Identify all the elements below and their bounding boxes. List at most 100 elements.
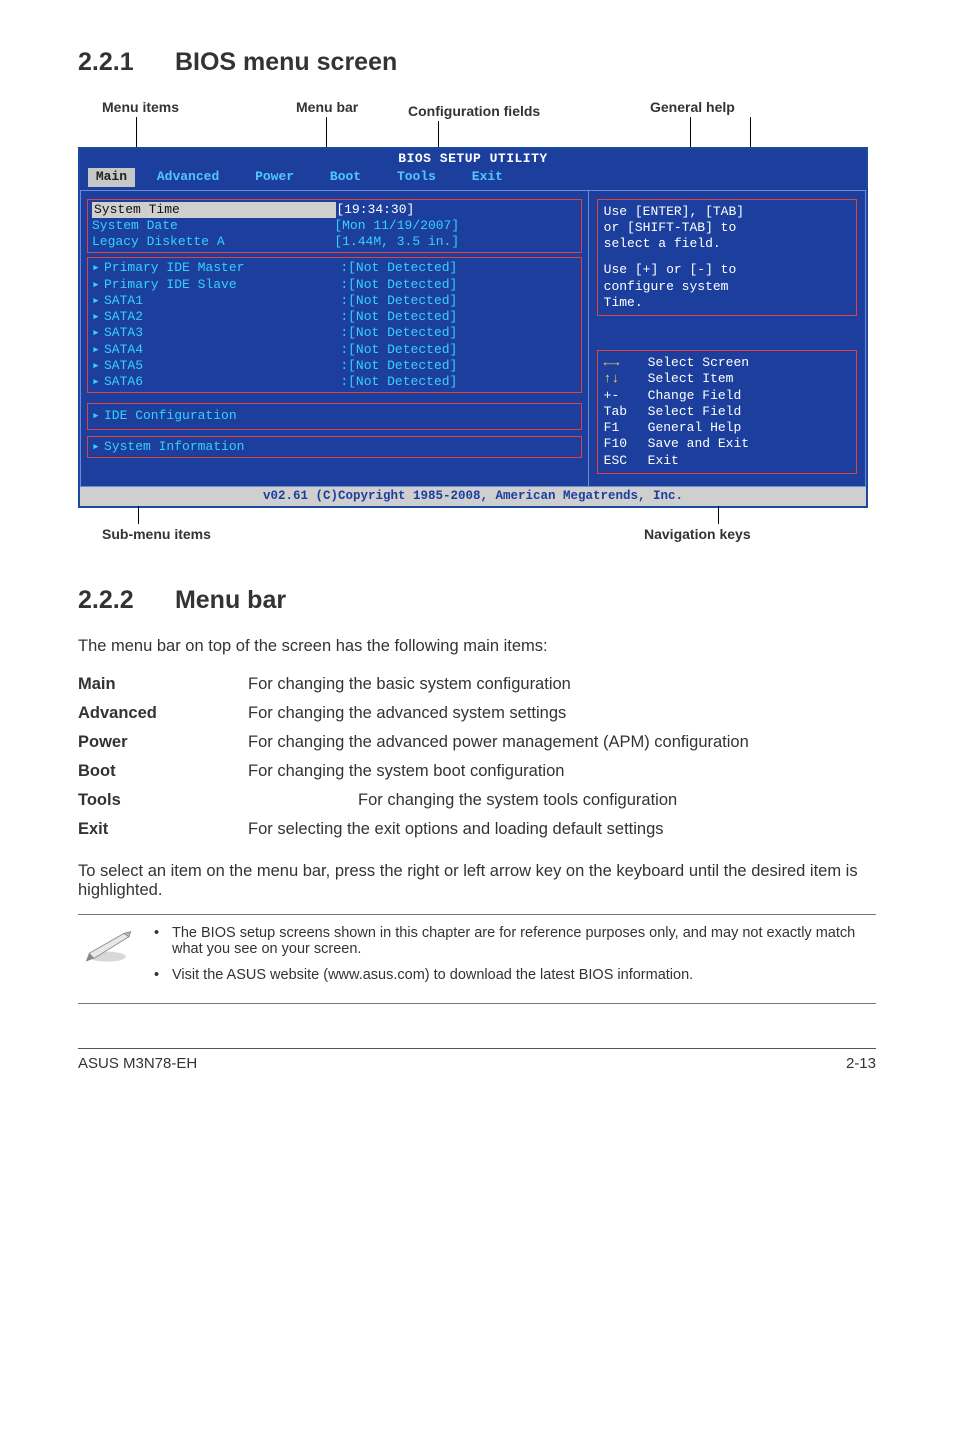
field-system-date[interactable]: System Date xyxy=(92,218,334,234)
def-tools: For changing the system tools configurat… xyxy=(248,786,749,815)
submenu-arrow-icon: ▸ xyxy=(92,408,104,424)
nav-key: ESC xyxy=(604,453,648,469)
term-boot: Boot xyxy=(78,757,248,786)
submenu-arrow-icon: ▸ xyxy=(92,309,104,325)
callout-line xyxy=(750,117,751,147)
term-power: Power xyxy=(78,728,248,757)
submenu-arrow-icon: ▸ xyxy=(92,439,104,455)
help-text: Use [ENTER], [TAB] xyxy=(604,204,850,220)
section-heading-2: 2.2.2 Menu bar xyxy=(78,586,876,615)
nav-key: ←→ xyxy=(604,355,648,371)
tab-exit[interactable]: Exit xyxy=(458,169,517,185)
bios-copyright: v02.61 (C)Copyright 1985-2008, American … xyxy=(80,487,866,507)
value-system-date[interactable]: [Mon 11/19/2007] xyxy=(334,218,576,234)
submenu-arrow-icon: ▸ xyxy=(92,260,104,276)
callout-menu-items: Menu items xyxy=(102,99,179,115)
callout-config-fields: Configuration fields xyxy=(408,103,540,119)
redbox-top: System Time [19:34:30] System Date [Mon … xyxy=(87,199,582,254)
section-title-1: BIOS menu screen xyxy=(175,48,397,76)
bios-help-pane: Use [ENTER], [TAB] or [SHIFT-TAB] to sel… xyxy=(588,190,866,487)
section-num-1: 2.2.1 xyxy=(78,48,168,77)
nav-key: +- xyxy=(604,388,648,404)
term-tools: Tools xyxy=(78,786,248,815)
callout-line xyxy=(326,117,327,147)
help-text: or [SHIFT-TAB] to xyxy=(604,220,850,236)
menu-ide-configuration[interactable]: ▸IDE Configuration xyxy=(92,408,577,424)
def-main: For changing the basic system configurat… xyxy=(248,670,749,699)
submenu-arrow-icon: ▸ xyxy=(92,277,104,293)
list-item[interactable]: ▸SATA4:[Not Detected] xyxy=(92,342,577,358)
list-item[interactable]: ▸SATA6:[Not Detected] xyxy=(92,374,577,390)
tab-power[interactable]: Power xyxy=(241,169,308,185)
redbox-sysinfo: ▸System Information xyxy=(87,436,582,458)
nav-key: Tab xyxy=(604,404,648,420)
help-text: Use [+] or [-] to xyxy=(604,262,850,278)
field-legacy-diskette[interactable]: Legacy Diskette A xyxy=(92,234,334,250)
list-item[interactable]: ▸SATA5:[Not Detected] xyxy=(92,358,577,374)
callout-line xyxy=(438,121,439,147)
term-advanced: Advanced xyxy=(78,699,248,728)
submenu-arrow-icon: ▸ xyxy=(92,293,104,309)
callout-general-help: General help xyxy=(650,99,735,115)
page-footer: ASUS M3N78-EH 2-13 xyxy=(78,1048,876,1072)
section-title-2: Menu bar xyxy=(175,586,286,614)
def-power: For changing the advanced power manageme… xyxy=(248,728,749,757)
help-text: configure system xyxy=(604,279,850,295)
table-row: BootFor changing the system boot configu… xyxy=(78,757,749,786)
nav-key: ↑↓ xyxy=(604,371,648,387)
bios-menubar: Main Advanced Power Boot Tools Exit xyxy=(80,167,866,189)
callout-submenu: Sub-menu items xyxy=(102,526,211,542)
note-box: The BIOS setup screens shown in this cha… xyxy=(78,914,876,1004)
help-text: select a field. xyxy=(604,236,850,252)
submenu-arrow-icon: ▸ xyxy=(92,358,104,374)
submenu-arrow-icon: ▸ xyxy=(92,374,104,390)
definitions-table: MainFor changing the basic system config… xyxy=(78,670,749,844)
submenu-arrow-icon: ▸ xyxy=(92,325,104,341)
footer-right: 2-13 xyxy=(846,1055,876,1072)
callout-line xyxy=(136,117,137,147)
menu-system-information[interactable]: ▸System Information xyxy=(92,439,577,455)
tab-main[interactable]: Main xyxy=(88,168,135,186)
table-row: MainFor changing the basic system config… xyxy=(78,670,749,699)
nav-desc: Select Item xyxy=(648,371,734,387)
nav-desc: Change Field xyxy=(648,388,742,404)
value-legacy-diskette[interactable]: [1.44M, 3.5 in.] xyxy=(334,234,576,250)
list-item[interactable]: ▸Primary IDE Slave:[Not Detected] xyxy=(92,277,577,293)
value-system-time[interactable]: [19:34:30] xyxy=(336,202,576,218)
callout-line xyxy=(718,506,719,524)
submenu-arrow-icon: ▸ xyxy=(92,342,104,358)
table-row: ExitFor selecting the exit options and l… xyxy=(78,815,749,844)
term-main: Main xyxy=(78,670,248,699)
tab-boot[interactable]: Boot xyxy=(316,169,375,185)
nav-desc: Select Field xyxy=(648,404,742,420)
note-item-1: The BIOS setup screens shown in this cha… xyxy=(154,925,872,957)
callout-line xyxy=(690,117,691,147)
list-item[interactable]: ▸SATA2:[Not Detected] xyxy=(92,309,577,325)
list-item[interactable]: ▸SATA1:[Not Detected] xyxy=(92,293,577,309)
def-boot: For changing the system boot configurati… xyxy=(248,757,749,786)
bios-title: BIOS SETUP UTILITY xyxy=(80,149,866,167)
def-exit: For selecting the exit options and loadi… xyxy=(248,815,749,844)
nav-desc: Exit xyxy=(648,453,679,469)
help-text: Time. xyxy=(604,295,850,311)
note-list: The BIOS setup screens shown in this cha… xyxy=(154,925,872,993)
list-item[interactable]: ▸Primary IDE Master:[Not Detected] xyxy=(92,260,577,276)
nav-key: F10 xyxy=(604,436,648,452)
tab-advanced[interactable]: Advanced xyxy=(143,169,233,185)
callout-menu-bar: Menu bar xyxy=(296,99,358,115)
bios-diagram: Menu items Menu bar Configuration fields… xyxy=(78,99,876,548)
section-heading-1: 2.2.1 BIOS menu screen xyxy=(78,48,876,77)
section-num-2: 2.2.2 xyxy=(78,586,168,615)
list-item[interactable]: ▸SATA3:[Not Detected] xyxy=(92,325,577,341)
paragraph-select-item: To select an item on the menu bar, press… xyxy=(78,862,876,900)
table-row: PowerFor changing the advanced power man… xyxy=(78,728,749,757)
nav-desc: General Help xyxy=(648,420,742,436)
note-item-2: Visit the ASUS website (www.asus.com) to… xyxy=(154,967,872,983)
bios-screen: BIOS SETUP UTILITY Main Advanced Power B… xyxy=(78,147,868,508)
menubar-intro: The menu bar on top of the screen has th… xyxy=(78,637,876,656)
tab-tools[interactable]: Tools xyxy=(383,169,450,185)
footer-left: ASUS M3N78-EH xyxy=(78,1055,197,1072)
field-system-time[interactable]: System Time xyxy=(92,202,336,218)
term-exit: Exit xyxy=(78,815,248,844)
callout-nav-keys: Navigation keys xyxy=(644,526,751,542)
